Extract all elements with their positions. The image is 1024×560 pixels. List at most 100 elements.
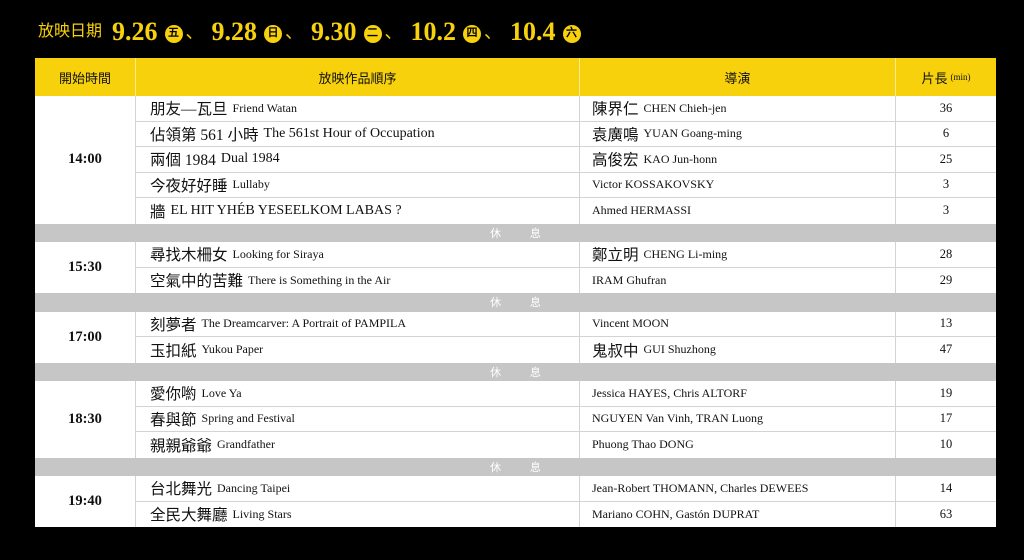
film-title-cell: 愛你喲 Love Ya bbox=[136, 381, 580, 406]
director-name-zh: 鬼叔中 bbox=[592, 342, 639, 360]
film-title-cell: 親親爺爺 Grandfather bbox=[136, 432, 580, 458]
date-number: 9.28 bbox=[211, 17, 258, 46]
session-block: 17:00 刻夢者 The Dreamcarver: A Portrait of… bbox=[35, 311, 996, 363]
film-title-zh: 兩個 1984 bbox=[150, 152, 216, 170]
film-length: 19 bbox=[939, 385, 953, 400]
date-separator: 、 bbox=[285, 22, 304, 42]
film-row: 愛你喲 Love Ya Jessica HAYES, Chris ALTORF … bbox=[136, 381, 996, 407]
intermission-label: 休 息 bbox=[490, 297, 541, 310]
schedule-table: 開始時間 放映作品順序 導演 片長 (min) 14:00 朋友—瓦旦 Frie… bbox=[35, 58, 996, 527]
director-name-en: CHENG Li-ming bbox=[643, 246, 728, 261]
session-films: 愛你喲 Love Ya Jessica HAYES, Chris ALTORF … bbox=[136, 381, 996, 458]
film-length: 28 bbox=[939, 246, 953, 261]
intermission-label: 休 息 bbox=[490, 227, 541, 240]
table-header-row: 開始時間 放映作品順序 導演 片長 (min) bbox=[35, 58, 996, 96]
director-cell: Vincent MOON bbox=[580, 311, 896, 336]
director-cell: Ahmed HERMASSI bbox=[580, 198, 896, 224]
film-length: 36 bbox=[939, 100, 953, 115]
session-start-time: 19:40 bbox=[35, 476, 136, 527]
weekday-badge: 日 bbox=[264, 24, 283, 43]
film-title-en: EL HIT YHÉB YESEELKOM LABAS ? bbox=[170, 202, 402, 218]
film-row: 春與節 Spring and Festival NGUYEN Van Vinh,… bbox=[136, 406, 996, 432]
intermission-label: 休 息 bbox=[490, 461, 541, 474]
date-separator: 、 bbox=[384, 22, 403, 42]
film-row: 玉扣紙 Yukou Paper 鬼叔中 GUI Shuzhong 47 bbox=[136, 337, 996, 363]
session-block: 18:30 愛你喲 Love Ya Jessica HAYES, Chris A… bbox=[35, 381, 996, 458]
director-cell: 袁廣鳴 YUAN Goang-ming bbox=[580, 121, 896, 146]
director-cell: Victor KOSSAKOVSKY bbox=[580, 172, 896, 197]
director-cell: Phuong Thao DONG bbox=[580, 432, 896, 458]
film-title-cell: 今夜好好睡 Lullaby bbox=[136, 172, 580, 197]
intermission-label: 休 息 bbox=[490, 366, 541, 379]
film-title-cell: 尋找木柵女 Looking for Siraya bbox=[136, 242, 580, 267]
film-title-zh: 全民大舞廳 bbox=[150, 507, 228, 525]
film-title-en: Lullaby bbox=[232, 177, 270, 192]
session-films: 台北舞光 Dancing Taipei Jean-Robert THOMANN,… bbox=[136, 476, 996, 527]
director-name-zh: 高俊宏 bbox=[592, 152, 639, 170]
date-separator: 、 bbox=[185, 22, 204, 42]
film-title-en: The Dreamcarver: A Portrait of PAMPILA bbox=[201, 316, 407, 331]
film-length: 6 bbox=[942, 126, 950, 141]
film-title-cell: 牆 EL HIT YHÉB YESEELKOM LABAS ? bbox=[136, 198, 580, 224]
film-title-zh: 親親爺爺 bbox=[150, 437, 213, 455]
film-title-zh: 佔領第 561 小時 bbox=[150, 126, 259, 144]
film-title-cell: 佔領第 561 小時 The 561st Hour of Occupation bbox=[136, 121, 580, 146]
director-name-en: Mariano COHN, Gastón DUPRAT bbox=[592, 506, 760, 521]
session-start-time: 18:30 bbox=[35, 381, 136, 458]
screening-dates-bar: 放映日期 9.26 五 、 9.28 日 、 9.30 二 、 10.2 四 、… bbox=[38, 16, 581, 48]
screening-date: 10.4 六 bbox=[510, 16, 581, 48]
film-title-en: Love Ya bbox=[201, 385, 242, 400]
film-row: 刻夢者 The Dreamcarver: A Portrait of PAMPI… bbox=[136, 311, 996, 337]
weekday-badge: 五 bbox=[164, 24, 183, 43]
film-length: 25 bbox=[939, 151, 953, 166]
intermission-row: 休 息 bbox=[35, 457, 996, 476]
director-name-zh: 袁廣鳴 bbox=[592, 126, 639, 144]
film-title-en: Spring and Festival bbox=[201, 411, 295, 426]
film-title-cell: 刻夢者 The Dreamcarver: A Portrait of PAMPI… bbox=[136, 311, 580, 336]
director-name-en: YUAN Goang-ming bbox=[643, 126, 742, 141]
film-title-zh: 牆 bbox=[150, 203, 166, 221]
film-title-zh: 刻夢者 bbox=[150, 316, 197, 334]
film-title-zh: 玉扣紙 bbox=[150, 342, 197, 360]
film-title-zh: 愛你喲 bbox=[150, 386, 197, 404]
director-name-en: KAO Jun-honn bbox=[643, 151, 718, 166]
date-number: 10.4 bbox=[510, 17, 556, 46]
director-cell: 高俊宏 KAO Jun-honn bbox=[580, 147, 896, 172]
film-title-en: The 561st Hour of Occupation bbox=[263, 125, 435, 141]
film-row: 親親爺爺 Grandfather Phuong Thao DONG 10 bbox=[136, 432, 996, 458]
director-name-en: NGUYEN Van Vinh, TRAN Luong bbox=[592, 411, 763, 426]
column-header-length-label: 片長 bbox=[921, 70, 948, 86]
film-title-en: Living Stars bbox=[232, 506, 292, 521]
intermission-row: 休 息 bbox=[35, 223, 996, 242]
column-header-start-time: 開始時間 bbox=[35, 58, 136, 96]
screening-dates-label: 放映日期 bbox=[38, 23, 103, 40]
film-title-en: Dancing Taipei bbox=[217, 480, 291, 495]
session-start-time: 17:00 bbox=[35, 311, 136, 363]
film-title-zh: 台北舞光 bbox=[150, 481, 213, 499]
director-cell: Jessica HAYES, Chris ALTORF bbox=[580, 381, 896, 406]
director-name-en: Jessica HAYES, Chris ALTORF bbox=[592, 385, 747, 400]
film-row: 牆 EL HIT YHÉB YESEELKOM LABAS ? Ahmed HE… bbox=[136, 198, 996, 224]
film-title-cell: 全民大舞廳 Living Stars bbox=[136, 501, 580, 527]
film-length: 3 bbox=[942, 203, 950, 218]
intermission-row: 休 息 bbox=[35, 362, 996, 381]
film-length: 63 bbox=[939, 506, 953, 521]
film-row: 空氣中的苦難 There is Something in the Air IRA… bbox=[136, 267, 996, 293]
director-name-en: Victor KOSSAKOVSKY bbox=[592, 177, 715, 192]
director-name-en: Jean-Robert THOMANN, Charles DEWEES bbox=[592, 480, 809, 495]
film-length: 17 bbox=[939, 411, 953, 426]
director-name-en: IRAM Ghufran bbox=[592, 272, 667, 287]
film-row: 佔領第 561 小時 The 561st Hour of Occupation … bbox=[136, 121, 996, 147]
film-title-en: Grandfather bbox=[217, 437, 275, 452]
screening-date: 9.26 五 、 bbox=[112, 16, 212, 48]
weekday-badge: 四 bbox=[463, 24, 482, 43]
length-unit: (min) bbox=[950, 72, 971, 82]
date-number: 10.2 bbox=[410, 17, 457, 46]
film-row: 今夜好好睡 Lullaby Victor KOSSAKOVSKY 3 bbox=[136, 172, 996, 198]
film-title-cell: 春與節 Spring and Festival bbox=[136, 406, 580, 431]
film-title-zh: 春與節 bbox=[150, 411, 197, 429]
screening-date: 9.30 二 、 bbox=[311, 16, 411, 48]
film-title-en: Friend Watan bbox=[232, 100, 297, 115]
session-block: 15:30 尋找木柵女 Looking for Siraya 鄭立明 CHENG… bbox=[35, 242, 996, 293]
film-title-en: Yukou Paper bbox=[201, 342, 264, 357]
